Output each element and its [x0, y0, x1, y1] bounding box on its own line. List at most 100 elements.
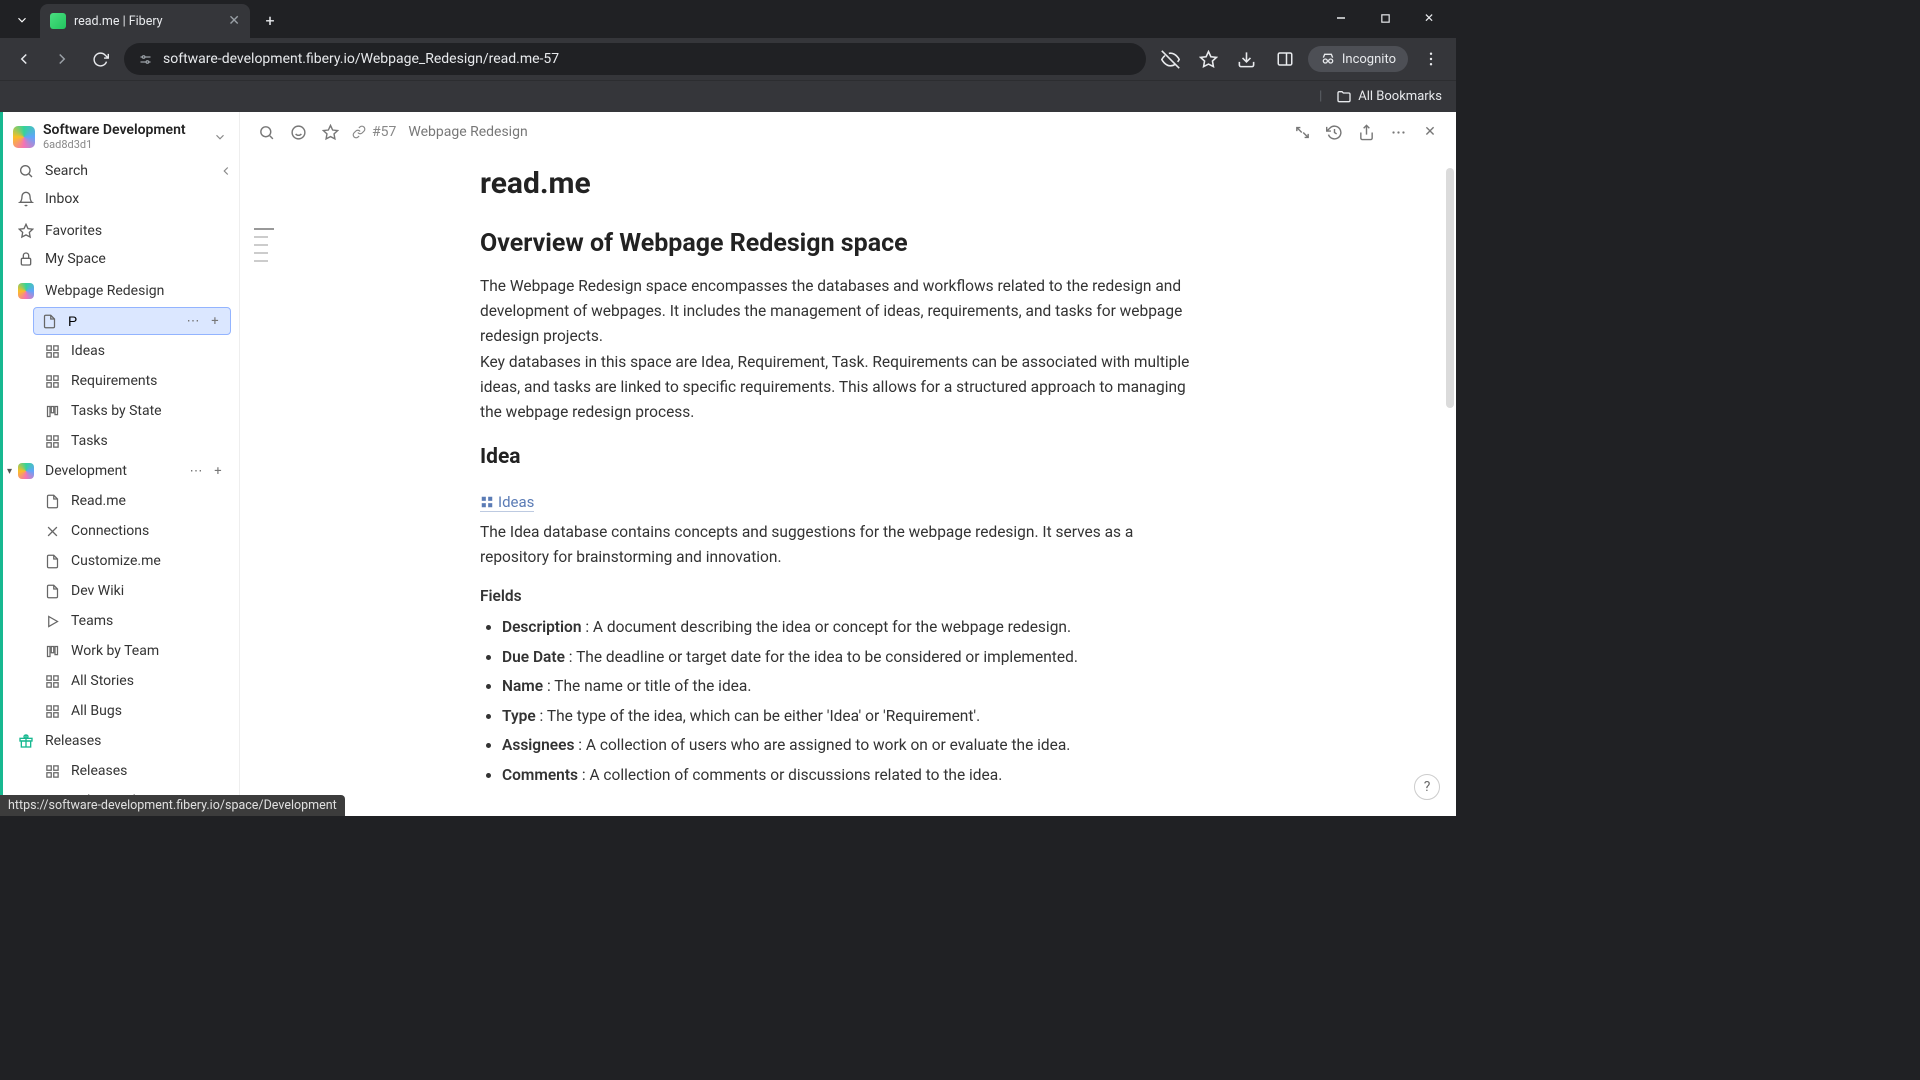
connect-icon — [43, 522, 61, 540]
sidebar-item[interactable]: Requirements — [3, 366, 239, 396]
overview-paragraph[interactable]: Key databases in this space are Idea, Re… — [480, 350, 1200, 424]
overview-heading[interactable]: Overview of Webpage Redesign space — [480, 229, 1200, 258]
sidebar-favorites[interactable]: Favorites — [3, 217, 239, 245]
history-icon[interactable] — [1324, 122, 1344, 142]
sidebar-space[interactable]: ▾Development⋯+ — [3, 456, 239, 486]
grid-icon — [43, 432, 61, 450]
sidebar-item[interactable]: All Bugs — [3, 696, 239, 726]
sidebar-item[interactable]: Ideas — [3, 336, 239, 366]
new-tab-button[interactable]: + — [256, 6, 284, 34]
caret-icon[interactable]: ▾ — [7, 466, 21, 477]
ideas-db-link[interactable]: Ideas — [480, 493, 534, 512]
sidebar-item-label: Work by Team — [71, 643, 159, 659]
more-icon[interactable]: ⋯ — [184, 314, 202, 329]
incognito-badge[interactable]: Incognito — [1308, 46, 1408, 72]
overview-paragraph[interactable]: The Webpage Redesign space encompasses t… — [480, 274, 1200, 348]
more-icon[interactable] — [1388, 122, 1408, 142]
expand-icon[interactable] — [1292, 122, 1312, 142]
field-item[interactable]: Comments : A collection of comments or d… — [502, 761, 1200, 790]
forward-button[interactable] — [48, 45, 76, 73]
scrollbar[interactable] — [1446, 168, 1454, 408]
bookmark-star-icon[interactable] — [1194, 44, 1224, 74]
sidebar-myspace[interactable]: My Space — [3, 245, 239, 273]
sidebar-item[interactable]: All Stories — [3, 666, 239, 696]
add-button[interactable]: + — [209, 464, 227, 479]
doc-outline[interactable] — [240, 152, 280, 816]
download-icon[interactable] — [1232, 44, 1262, 74]
field-item[interactable]: Assignees : A collection of users who ar… — [502, 731, 1200, 760]
content-pane: #57 Webpage Redesign ✕ read.me Overview … — [240, 112, 1456, 816]
back-button[interactable] — [10, 45, 38, 73]
close-window-button[interactable]: ✕ — [1408, 4, 1450, 32]
all-bookmarks-button[interactable]: All Bookmarks — [1358, 89, 1442, 104]
field-desc: : A document describing the idea or conc… — [581, 618, 1071, 636]
sidebar-item[interactable]: Teams — [3, 606, 239, 636]
sidebar-search[interactable]: Search — [3, 157, 239, 185]
play-icon — [43, 612, 61, 630]
site-settings-icon[interactable] — [138, 52, 153, 67]
tab-search-button[interactable] — [8, 6, 36, 34]
browser-tab[interactable]: read.me | Fibery ✕ — [40, 4, 250, 38]
sidebar-item-label: Releases — [71, 763, 127, 779]
link-icon — [352, 125, 366, 139]
board-icon — [43, 402, 61, 420]
sidebar-item[interactable]: Customize.me — [3, 546, 239, 576]
minimize-button[interactable] — [1320, 4, 1362, 32]
workspace-switcher[interactable]: Software Development 6ad8d3d1 — [3, 112, 239, 157]
help-button[interactable]: ? — [1414, 774, 1440, 800]
more-icon[interactable]: ⋯ — [187, 464, 205, 479]
page-title[interactable]: read.me — [480, 166, 1200, 201]
sidebar-space[interactable]: Webpage Redesign — [3, 276, 239, 306]
sidebar-item[interactable]: Connections — [3, 516, 239, 546]
field-desc: : The deadline or target date for the id… — [565, 648, 1078, 666]
star-icon[interactable] — [320, 122, 340, 142]
grid-icon — [480, 495, 494, 509]
idea-desc[interactable]: The Idea database contains concepts and … — [480, 520, 1200, 570]
emoji-icon[interactable] — [288, 122, 308, 142]
omnibox[interactable]: software-development.fibery.io/Webpage_R… — [124, 43, 1146, 75]
sidebar-item[interactable]: Dev Wiki — [3, 576, 239, 606]
doc-icon — [43, 582, 61, 600]
field-item[interactable]: Due Date : The deadline or target date f… — [502, 643, 1200, 672]
reload-button[interactable] — [86, 45, 114, 73]
sidebar-item-label: Dev Wiki — [71, 583, 124, 599]
add-button[interactable]: + — [206, 314, 224, 329]
sidebar-item-label: Connections — [71, 523, 149, 539]
sidebar-item[interactable]: Releases — [3, 756, 239, 786]
field-name: Due Date — [502, 648, 565, 666]
sidebar-item[interactable]: Tasks — [3, 426, 239, 456]
fields-list[interactable]: Description : A document describing the … — [480, 613, 1200, 790]
sidebar-item[interactable]: Tasks by State — [3, 396, 239, 426]
share-icon[interactable] — [1356, 122, 1376, 142]
sidebar-item-label: Tasks — [71, 433, 108, 449]
field-item[interactable]: Type : The type of the idea, which can b… — [502, 702, 1200, 731]
entity-link[interactable]: #57 — [352, 124, 396, 140]
sidebar-item[interactable]: Work by Team — [3, 636, 239, 666]
sidebar-item-label: Read.me — [71, 493, 126, 509]
sidebar-space[interactable]: Releases — [3, 726, 239, 756]
sidebar-inbox[interactable]: Inbox — [3, 185, 239, 213]
eye-off-icon[interactable] — [1156, 44, 1186, 74]
breadcrumb-space[interactable]: Webpage Redesign — [408, 124, 527, 140]
side-panel-icon[interactable] — [1270, 44, 1300, 74]
idea-heading[interactable]: Idea — [480, 445, 1200, 469]
doc-icon — [40, 312, 58, 330]
field-item[interactable]: Description : A document describing the … — [502, 613, 1200, 642]
space-name: Webpage Redesign — [45, 283, 164, 299]
sidebar-item-label: Ideas — [71, 343, 105, 359]
folder-icon — [1336, 89, 1352, 105]
rename-input[interactable] — [68, 313, 128, 329]
tab-close-button[interactable]: ✕ — [228, 13, 240, 29]
tab-favicon — [50, 13, 66, 29]
sidebar-item[interactable]: Read.me — [3, 486, 239, 516]
grid-icon — [43, 672, 61, 690]
sidebar-item-label: My Space — [45, 251, 106, 267]
sidebar-item-editing[interactable]: ⋯+ — [33, 307, 231, 335]
field-name: Type — [502, 707, 536, 725]
close-panel-button[interactable]: ✕ — [1420, 122, 1440, 142]
fields-heading[interactable]: Fields — [480, 587, 1200, 605]
field-item[interactable]: Name : The name or title of the idea. — [502, 672, 1200, 701]
search-icon[interactable] — [256, 122, 276, 142]
browser-menu-button[interactable] — [1416, 44, 1446, 74]
maximize-button[interactable] — [1364, 4, 1406, 32]
